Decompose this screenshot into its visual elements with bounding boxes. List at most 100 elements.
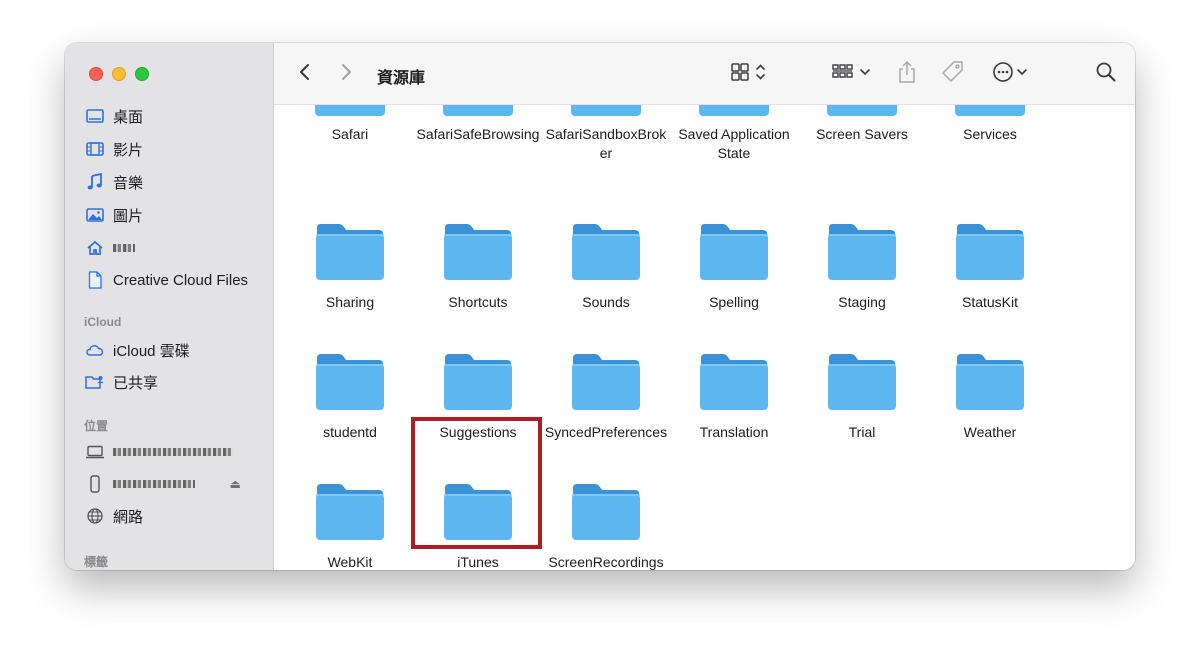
folder-item[interactable]: Screen Savers xyxy=(798,105,926,144)
folder-icon xyxy=(699,105,769,116)
chevron-left-icon xyxy=(298,62,312,87)
folder-label: SafariSafeBrowsing xyxy=(416,126,540,142)
tags-section-header: 標籤 xyxy=(84,555,109,569)
share-button[interactable] xyxy=(896,60,918,89)
folder-label: Shortcuts xyxy=(448,294,508,310)
folder-label: Sharing xyxy=(325,294,375,310)
sidebar: 桌面 影片 音樂 圖片 Creative Cloud Files iCloud … xyxy=(65,43,274,570)
sidebar-item-movies[interactable]: 影片 xyxy=(85,137,265,161)
window-controls xyxy=(89,67,149,81)
folder-item[interactable]: Services xyxy=(926,105,1054,144)
folder-icon xyxy=(571,105,641,116)
folder-icon xyxy=(699,222,769,282)
sidebar-item-creative-cloud[interactable]: Creative Cloud Files xyxy=(85,268,265,292)
folder-icon xyxy=(955,105,1025,116)
sidebar-item-home[interactable] xyxy=(85,236,265,260)
folder-item[interactable]: StatusKit xyxy=(926,222,1054,312)
view-mode-button[interactable] xyxy=(730,61,770,87)
folder-item[interactable]: Sharing xyxy=(286,222,414,312)
sidebar-item-network[interactable]: 網路 xyxy=(85,504,265,528)
sidebar-item-label: 音樂 xyxy=(113,174,144,192)
folder-item[interactable]: ScreenRecordings xyxy=(542,482,670,570)
folder-item[interactable]: Shortcuts xyxy=(414,222,542,312)
folder-icon xyxy=(699,352,769,412)
folder-item[interactable]: Weather xyxy=(926,352,1054,442)
folder-label: Saved Application State xyxy=(678,126,790,161)
globe-icon xyxy=(85,506,105,526)
folder-label: SyncedPreferences xyxy=(544,424,668,440)
folder-icon xyxy=(827,352,897,412)
sidebar-item-shared[interactable]: 已共享 xyxy=(85,370,265,394)
folder-item[interactable]: Saved Application State xyxy=(670,105,798,163)
sidebar-item-desktop[interactable]: 桌面 xyxy=(85,104,265,128)
sidebar-item-music[interactable]: 音樂 xyxy=(85,170,265,194)
folder-label: StatusKit xyxy=(961,294,1019,310)
folder-icon xyxy=(955,352,1025,412)
folder-icon xyxy=(443,352,513,412)
shared-folder-icon xyxy=(85,372,105,392)
folder-icon xyxy=(571,222,641,282)
locations-section-header: 位置 xyxy=(84,419,109,433)
file-icon-grid: Safari SafariSafeBrowsing SafariSandboxBro… xyxy=(274,105,1135,570)
folder-item[interactable]: SafariSafeBrowsing xyxy=(414,105,542,144)
minimize-button[interactable] xyxy=(112,67,126,81)
redacted-device-name xyxy=(113,448,233,456)
folder-icon xyxy=(827,222,897,282)
folder-label: studentd xyxy=(323,424,377,440)
cloud-icon xyxy=(85,340,105,360)
more-actions-button[interactable] xyxy=(991,61,1033,87)
folder-label: Staging xyxy=(838,294,886,310)
window-title: 資源庫 xyxy=(377,70,426,87)
folder-label: Spelling xyxy=(709,294,759,310)
toolbar: 資源庫 xyxy=(274,43,1135,105)
search-button[interactable] xyxy=(1095,61,1117,87)
tag-icon xyxy=(941,60,965,89)
photo-icon xyxy=(85,205,105,225)
forward-button[interactable] xyxy=(339,61,353,87)
tag-button[interactable] xyxy=(941,60,965,89)
folder-label: SafariSandboxBroker xyxy=(545,126,667,161)
folder-item[interactable]: Trial xyxy=(798,352,926,442)
folder-item[interactable]: Spelling xyxy=(670,222,798,312)
folder-icon xyxy=(315,352,385,412)
chevron-right-icon xyxy=(339,62,353,87)
close-button[interactable] xyxy=(89,67,103,81)
folder-label: Trial xyxy=(848,424,876,440)
sidebar-item-pictures[interactable]: 圖片 xyxy=(85,203,265,227)
folder-icon xyxy=(315,482,385,542)
folder-label: Safari xyxy=(331,126,369,142)
folder-item[interactable]: Staging xyxy=(798,222,926,312)
folder-label: Translation xyxy=(699,424,769,440)
folder-item[interactable]: SafariSandboxBroker xyxy=(542,105,670,163)
laptop-icon xyxy=(85,442,105,462)
folder-icon xyxy=(443,222,513,282)
folder-item[interactable]: studentd xyxy=(286,352,414,442)
eject-icon[interactable]: ⏏ xyxy=(230,477,241,491)
folder-label: Screen Savers xyxy=(816,126,908,142)
grid-view-icon xyxy=(730,62,770,87)
folder-icon xyxy=(827,105,897,116)
sidebar-item-iphone[interactable]: ⏏ xyxy=(85,472,265,496)
zoom-button[interactable] xyxy=(135,67,149,81)
sidebar-item-mac[interactable] xyxy=(85,440,265,464)
redacted-phone-name xyxy=(113,480,195,488)
folder-item[interactable]: Sounds xyxy=(542,222,670,312)
share-icon xyxy=(896,60,918,89)
group-list-icon xyxy=(831,62,875,87)
back-button[interactable] xyxy=(298,61,312,87)
annotation-highlight-box xyxy=(411,417,542,549)
folder-label: ScreenRecordings xyxy=(548,554,664,570)
group-button[interactable] xyxy=(831,61,875,87)
folder-icon xyxy=(443,105,513,116)
folder-icon xyxy=(315,222,385,282)
folder-icon xyxy=(571,352,641,412)
folder-item[interactable]: Translation xyxy=(670,352,798,442)
folder-item[interactable]: Safari xyxy=(286,105,414,144)
folder-item[interactable]: WebKit xyxy=(286,482,414,570)
desktop-icon xyxy=(85,106,105,126)
folder-icon xyxy=(315,105,385,116)
folder-item[interactable]: SyncedPreferences xyxy=(542,352,670,442)
sidebar-item-icloud-drive[interactable]: iCloud 雲碟 xyxy=(85,338,265,362)
document-icon xyxy=(85,270,105,290)
sidebar-item-label: 網路 xyxy=(113,508,144,526)
